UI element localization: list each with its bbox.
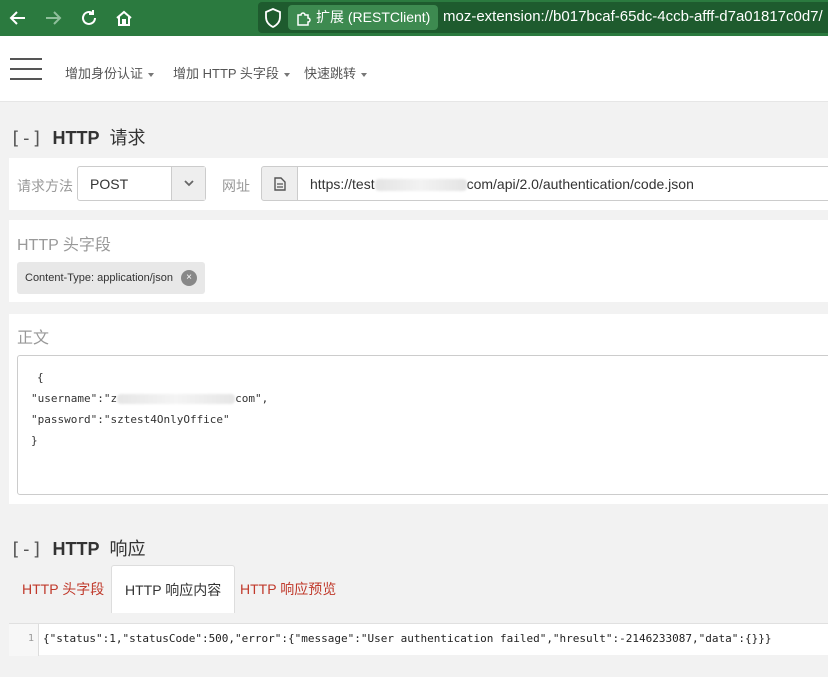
response-section-title: [-] HTTP 响应 xyxy=(10,535,146,561)
menu-add-auth-label: 增加身份认证 xyxy=(65,66,144,81)
response-title-bold: HTTP xyxy=(52,539,100,559)
extension-label: 扩展 (RESTClient) xyxy=(316,9,431,25)
body-line: } xyxy=(31,434,38,447)
puzzle-icon xyxy=(295,9,311,34)
body-line: { xyxy=(37,371,44,384)
response-json: {"status":1,"statusCode":500,"error":{"m… xyxy=(43,632,772,645)
chevron-down-icon xyxy=(361,72,368,77)
body-line: "password":"sztest4OnlyOffice" xyxy=(31,413,230,426)
response-content-box[interactable]: 1 {"status":1,"statusCode":500,"error":{… xyxy=(9,623,828,656)
redacted-blur xyxy=(117,394,236,404)
request-section-title: [-] HTTP 请求 xyxy=(10,124,146,150)
tab-response-preview[interactable]: HTTP 响应预览 xyxy=(227,565,349,613)
chevron-down-icon xyxy=(283,72,290,77)
url-suffix: com/api/2.0/authentication/code.json xyxy=(466,176,694,192)
menu-quick-jump[interactable]: 快速跳转 xyxy=(304,63,368,82)
redacted-blur xyxy=(374,179,467,192)
url-label: 网址 xyxy=(222,178,250,194)
body-title: 正文 xyxy=(17,330,50,347)
request-toggle[interactable]: [-] xyxy=(10,128,43,149)
reload-icon[interactable] xyxy=(77,6,101,30)
chevron-down-icon[interactable] xyxy=(171,167,205,200)
request-title-bold: HTTP xyxy=(52,128,100,148)
body-line: "username":"z com", xyxy=(31,388,828,409)
menu-add-header-label: 增加 HTTP 头字段 xyxy=(173,66,279,81)
method-value: POST xyxy=(90,176,129,192)
method-label: 请求方法 xyxy=(17,178,73,194)
close-icon[interactable]: × xyxy=(180,270,197,286)
back-arrow-icon[interactable] xyxy=(6,6,30,30)
header-tag-text: Content-Type: application/json xyxy=(25,272,173,284)
extension-identity-chip[interactable]: 扩展 (RESTClient) xyxy=(288,5,439,30)
browser-toolbar: 扩展 (RESTClient) moz-extension://b017bcaf… xyxy=(0,0,828,36)
tab-response-content[interactable]: HTTP 响应内容 xyxy=(111,565,236,613)
hamburger-menu-icon[interactable] xyxy=(10,58,42,82)
body-editor[interactable]: { "username":"z com", "password":"sztest4… xyxy=(17,355,828,495)
home-icon[interactable] xyxy=(112,6,136,30)
headers-title: HTTP 头字段 xyxy=(17,237,111,254)
url-input-group: https://test com/api/2.0/authentication/c… xyxy=(261,166,828,201)
request-title-rest: 请求 xyxy=(109,128,146,148)
menu-add-auth[interactable]: 增加身份认证 xyxy=(65,63,155,82)
app-toolbar: 增加身份认证 增加 HTTP 头字段 快速跳转 xyxy=(0,36,828,102)
shield-icon[interactable] xyxy=(264,8,282,33)
menu-add-header[interactable]: 增加 HTTP 头字段 xyxy=(173,63,290,82)
forward-arrow-icon[interactable] xyxy=(41,6,65,30)
response-title-rest: 响应 xyxy=(109,539,146,559)
url-prefix: https://test xyxy=(310,176,375,192)
header-tag: Content-Type: application/json × xyxy=(17,262,205,294)
menu-quick-jump-label: 快速跳转 xyxy=(304,66,357,81)
line-number: 1 xyxy=(9,624,39,656)
method-select[interactable]: POST xyxy=(77,166,206,201)
url-text[interactable]: moz-extension://b017bcaf-65dc-4ccb-afff-… xyxy=(443,8,823,25)
url-input[interactable]: https://test com/api/2.0/authentication/c… xyxy=(297,166,828,201)
body-username-prefix: "username":"z xyxy=(31,392,118,405)
response-toggle[interactable]: [-] xyxy=(10,539,43,560)
document-icon[interactable] xyxy=(261,166,298,201)
body-username-suffix: com", xyxy=(235,392,269,405)
chevron-down-icon xyxy=(148,72,155,77)
tab-response-headers[interactable]: HTTP 头字段 xyxy=(9,565,117,613)
